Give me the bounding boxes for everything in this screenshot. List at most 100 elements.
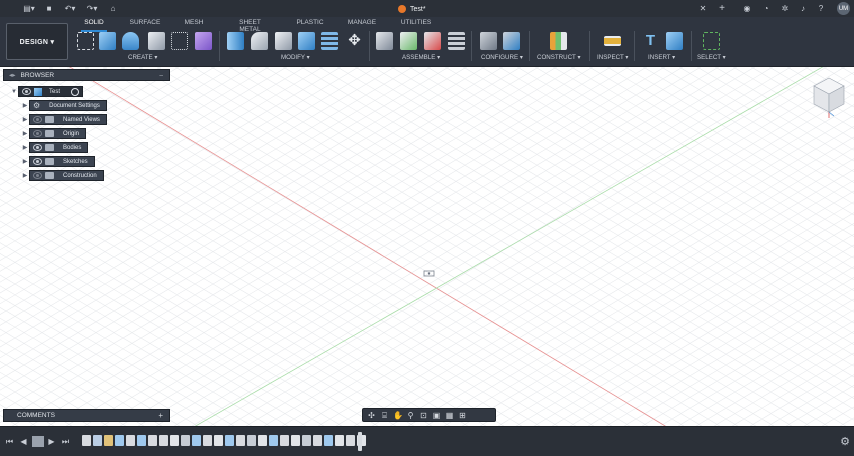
visibility-eye-icon[interactable] bbox=[22, 88, 31, 95]
timeline-feature-icon[interactable] bbox=[104, 435, 113, 446]
visibility-eye-icon[interactable] bbox=[33, 116, 42, 123]
viewport-canvas[interactable] bbox=[0, 67, 854, 426]
collapse-icon[interactable]: – bbox=[159, 72, 163, 79]
timeline-feature-icon[interactable] bbox=[192, 435, 201, 446]
timeline-feature-icon[interactable] bbox=[115, 435, 124, 446]
fit-icon[interactable]: ⊡ bbox=[419, 411, 428, 420]
inspect-group-label[interactable]: INSPECT ▾ bbox=[597, 54, 629, 61]
move-icon[interactable]: ✥ bbox=[346, 32, 363, 50]
timeline-feature-icon[interactable] bbox=[269, 435, 278, 446]
timeline-feature-icon[interactable] bbox=[181, 435, 190, 446]
timeline-feature-icon[interactable] bbox=[247, 435, 256, 446]
expand-arrow-icon[interactable]: ▶ bbox=[21, 172, 29, 179]
tab-sheet-metal[interactable]: SHEET METAL bbox=[228, 19, 272, 33]
browser-item[interactable]: ▶ Named Views bbox=[21, 114, 107, 125]
step-back-icon[interactable]: ◀ bbox=[18, 436, 29, 447]
visibility-eye-icon[interactable] bbox=[33, 130, 42, 137]
new-tab-icon[interactable]: + bbox=[717, 3, 727, 14]
display-settings-icon[interactable]: ▣ bbox=[432, 411, 441, 420]
timeline-feature-icon[interactable] bbox=[302, 435, 311, 446]
save-icon[interactable]: ■ bbox=[44, 3, 54, 14]
modify-group-label[interactable]: MODIFY ▾ bbox=[281, 54, 310, 61]
timeline-feature-icon[interactable] bbox=[346, 435, 355, 446]
orbit-icon[interactable]: ✣ bbox=[367, 411, 376, 420]
press-pull-icon[interactable] bbox=[227, 32, 244, 50]
as-built-joint-icon[interactable] bbox=[424, 32, 441, 50]
assemble-group-label[interactable]: ASSEMBLE ▾ bbox=[402, 54, 440, 61]
browser-item[interactable]: ▶ ⚙ Document Settings bbox=[21, 100, 107, 111]
browser-item-chip[interactable]: Sketches bbox=[29, 156, 95, 167]
zoom-icon[interactable]: ⚲ bbox=[406, 411, 415, 420]
timeline-feature-icon[interactable] bbox=[313, 435, 322, 446]
timeline-feature-icon[interactable] bbox=[159, 435, 168, 446]
stop-icon[interactable] bbox=[32, 436, 44, 447]
expand-arrow-icon[interactable]: ▶ bbox=[21, 130, 29, 137]
chamfer-icon[interactable] bbox=[275, 32, 292, 50]
timeline-feature-icon[interactable] bbox=[225, 435, 234, 446]
timeline-settings-icon[interactable]: ⚙ bbox=[840, 435, 850, 448]
offset-plane-icon[interactable] bbox=[550, 32, 567, 50]
viewports-icon[interactable]: ⊞ bbox=[458, 411, 467, 420]
tab-surface[interactable]: SURFACE bbox=[129, 19, 161, 29]
file-menu-icon[interactable]: ▤▾ bbox=[22, 3, 36, 14]
browser-item-chip[interactable]: Construction bbox=[29, 170, 104, 181]
new-component-icon[interactable] bbox=[376, 32, 393, 50]
construct-group-label[interactable]: CONSTRUCT ▾ bbox=[537, 54, 581, 61]
timeline-feature-icon[interactable] bbox=[137, 435, 146, 446]
home-icon[interactable]: ⌂ bbox=[108, 3, 118, 14]
create-sketch-icon[interactable] bbox=[77, 32, 94, 50]
browser-item-chip[interactable]: Bodies bbox=[29, 142, 89, 153]
measure-icon[interactable] bbox=[604, 36, 621, 46]
activate-radio-icon[interactable] bbox=[71, 87, 80, 96]
timeline-feature-icon[interactable] bbox=[280, 435, 289, 446]
timeline-feature-icon[interactable] bbox=[291, 435, 300, 446]
tab-solid[interactable]: SOLID bbox=[81, 19, 107, 32]
viewcube-icon[interactable] bbox=[810, 76, 848, 120]
expand-arrow-icon[interactable]: ▶ bbox=[21, 102, 29, 109]
tab-manage[interactable]: MANAGE bbox=[347, 19, 377, 29]
root-chip[interactable]: Test bbox=[18, 86, 84, 97]
browser-item-chip[interactable]: Origin bbox=[29, 128, 87, 139]
play-icon[interactable]: ▶ bbox=[46, 436, 57, 447]
timeline-feature-icon[interactable] bbox=[335, 435, 344, 446]
timeline-feature-icon[interactable] bbox=[93, 435, 102, 446]
select-group-label[interactable]: SELECT ▾ bbox=[697, 54, 726, 61]
undo-icon[interactable]: ↶▾ bbox=[64, 3, 76, 14]
visibility-eye-icon[interactable] bbox=[33, 158, 42, 165]
comments-panel[interactable]: COMMENTS + bbox=[3, 409, 170, 422]
timeline-feature-icon[interactable] bbox=[126, 435, 135, 446]
extrude-icon[interactable] bbox=[99, 32, 116, 50]
timeline-feature-icon[interactable] bbox=[82, 435, 91, 446]
redo-icon[interactable]: ↷▾ bbox=[86, 3, 98, 14]
timeline-feature-icon[interactable] bbox=[214, 435, 223, 446]
pattern-icon[interactable] bbox=[171, 32, 188, 50]
timeline-feature-icon[interactable] bbox=[324, 435, 333, 446]
insert-group-label[interactable]: INSERT ▾ bbox=[648, 54, 675, 61]
avatar[interactable]: UM bbox=[837, 2, 850, 15]
browser-item-chip[interactable]: Named Views bbox=[29, 114, 107, 125]
tab-plastic[interactable]: PLASTIC bbox=[296, 19, 324, 29]
fillet-icon[interactable] bbox=[251, 32, 268, 50]
look-at-icon[interactable]: ⌸ bbox=[380, 411, 389, 420]
bell-icon[interactable]: ♪ bbox=[798, 3, 808, 14]
browser-root-item[interactable]: ▼ Test bbox=[10, 86, 84, 97]
timeline-feature-icon[interactable] bbox=[148, 435, 157, 446]
go-to-end-icon[interactable]: ⏭ bbox=[60, 436, 71, 447]
form-icon[interactable] bbox=[195, 32, 212, 50]
add-comment-icon[interactable]: + bbox=[158, 411, 163, 420]
extensions-icon[interactable]: ◉ bbox=[742, 3, 752, 14]
visibility-eye-icon[interactable] bbox=[33, 144, 42, 151]
select-icon[interactable] bbox=[703, 32, 720, 50]
combine-icon[interactable] bbox=[321, 32, 338, 50]
help-icon[interactable]: ? bbox=[816, 3, 826, 14]
hole-icon[interactable] bbox=[148, 32, 165, 50]
expand-arrow-icon[interactable]: ▶ bbox=[21, 158, 29, 165]
timeline-feature-icon[interactable] bbox=[258, 435, 267, 446]
insert-image-icon[interactable] bbox=[666, 32, 683, 50]
pan-icon[interactable]: ✋ bbox=[393, 411, 403, 420]
go-to-start-icon[interactable]: ⏮ bbox=[4, 436, 15, 447]
joint-icon[interactable] bbox=[400, 32, 417, 50]
timeline-feature-icon[interactable] bbox=[203, 435, 212, 446]
visibility-eye-icon[interactable] bbox=[33, 172, 42, 179]
browser-item[interactable]: ▶ Origin bbox=[21, 128, 87, 139]
